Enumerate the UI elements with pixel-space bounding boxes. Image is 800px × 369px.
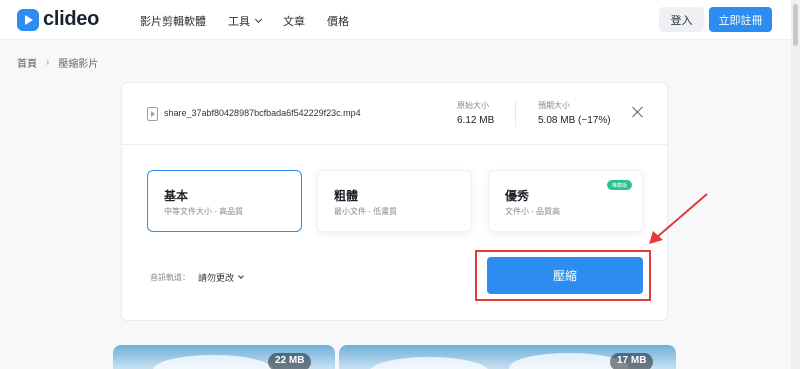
nav-label: 價格 [327,16,349,28]
cloud-shape [153,355,273,369]
breadcrumb-separator-icon: › [46,57,50,68]
video-thumbnail[interactable]: 17 MB [339,345,676,369]
file-name: share_37abf80428987bcfbada6f542229f23c.m… [164,108,361,118]
option-title: 優秀 [505,189,530,203]
top-navigation-bar: clideo 影片剪輯軟體 工具 文章 價格 登入 立即註冊 [0,0,800,40]
file-info-row: share_37abf80428987bcfbada6f542229f23c.m… [122,83,669,145]
option-title: 粗體 [334,189,359,203]
scrollbar-track[interactable] [791,0,800,369]
thumbnail-size-badge: 17 MB [610,353,654,369]
option-basic[interactable]: 基本 中等文件大小 - 高品質 [147,170,302,232]
nav-label: 工具 [228,16,250,28]
clideo-logo[interactable]: clideo [17,8,99,31]
nav-articles[interactable]: 文章 [283,13,305,29]
nav-tools[interactable]: 工具 [228,13,263,29]
option-strong[interactable]: 粗體 最小文件 - 低畫質 [317,170,472,232]
recommended-badge: 推薦版 [607,180,632,190]
chevron-down-icon [238,273,244,279]
thumbnail-size-badge: 22 MB [268,353,312,369]
chevron-down-icon [254,15,263,24]
option-excellent[interactable]: 優秀 文件小 - 品質高 推薦版 [488,170,643,232]
main-nav: 影片剪輯軟體 工具 文章 價格 [140,13,371,29]
login-button[interactable]: 登入 [659,7,704,32]
video-thumbnail[interactable]: 22 MB [113,345,335,369]
original-size-label: 原始大小 [457,101,489,110]
scrollbar-thumb[interactable] [793,4,798,46]
nav-video-editor[interactable]: 影片剪輯軟體 [140,13,206,29]
option-subtitle: 中等文件大小 - 高品質 [164,207,244,216]
option-subtitle: 文件小 - 品質高 [505,207,561,216]
cloud-shape [369,357,489,369]
video-file-icon [147,107,158,121]
nav-label: 文章 [283,16,305,28]
estimated-size-label: 預期大小 [538,101,570,110]
audio-track-setting: 音訊軌道： 請勿更改 [150,271,244,284]
breadcrumb: 首頁 › 壓縮影片 [17,55,98,70]
nav-label: 影片剪輯軟體 [140,16,206,28]
original-size-value: 6.12 MB [457,115,495,126]
estimated-size-value: 5.08 MB (−17%) [538,115,611,126]
compress-button[interactable]: 壓縮 [487,257,643,294]
option-subtitle: 最小文件 - 低畫質 [334,207,398,216]
audio-track-value: 請勿更改 [198,273,235,283]
audio-track-dropdown[interactable]: 請勿更改 [198,271,244,284]
breadcrumb-current: 壓縮影片 [58,59,99,70]
audio-track-label: 音訊軌道： [150,273,190,282]
option-title: 基本 [164,189,189,203]
close-icon[interactable] [632,106,644,118]
signup-button[interactable]: 立即註冊 [709,7,772,32]
divider [515,101,516,127]
logo-play-icon [17,8,39,31]
breadcrumb-home[interactable]: 首頁 [17,55,37,70]
nav-pricing[interactable]: 價格 [327,13,349,29]
logo-text: clideo [43,8,99,30]
